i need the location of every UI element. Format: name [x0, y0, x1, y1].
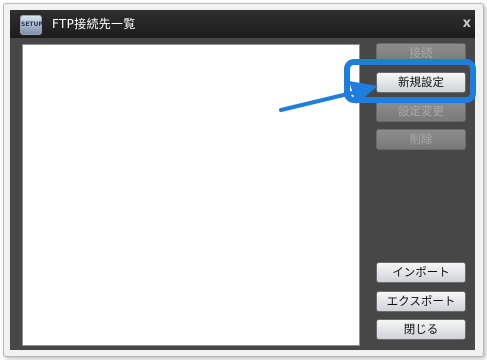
new-setting-button[interactable]: 新規設定: [376, 72, 466, 93]
delete-button[interactable]: 削除: [376, 129, 466, 150]
close-button[interactable]: 閉じる: [376, 319, 466, 340]
connection-list[interactable]: [22, 44, 360, 346]
app-icon: SETUP: [20, 15, 43, 35]
window-title: FTP接続先一覧: [52, 17, 136, 31]
import-button[interactable]: インポート: [376, 262, 466, 283]
export-button[interactable]: エクスポート: [376, 291, 466, 312]
edit-setting-button[interactable]: 設定変更: [376, 101, 466, 122]
ftp-connection-list-window: SETUP FTP接続先一覧 x 接続 新規設定 設定変更 削除 インポート エ…: [10, 10, 476, 350]
connect-button[interactable]: 接続: [376, 43, 466, 64]
close-icon[interactable]: x: [463, 10, 471, 38]
title-bar[interactable]: SETUP FTP接続先一覧 x: [10, 10, 475, 38]
